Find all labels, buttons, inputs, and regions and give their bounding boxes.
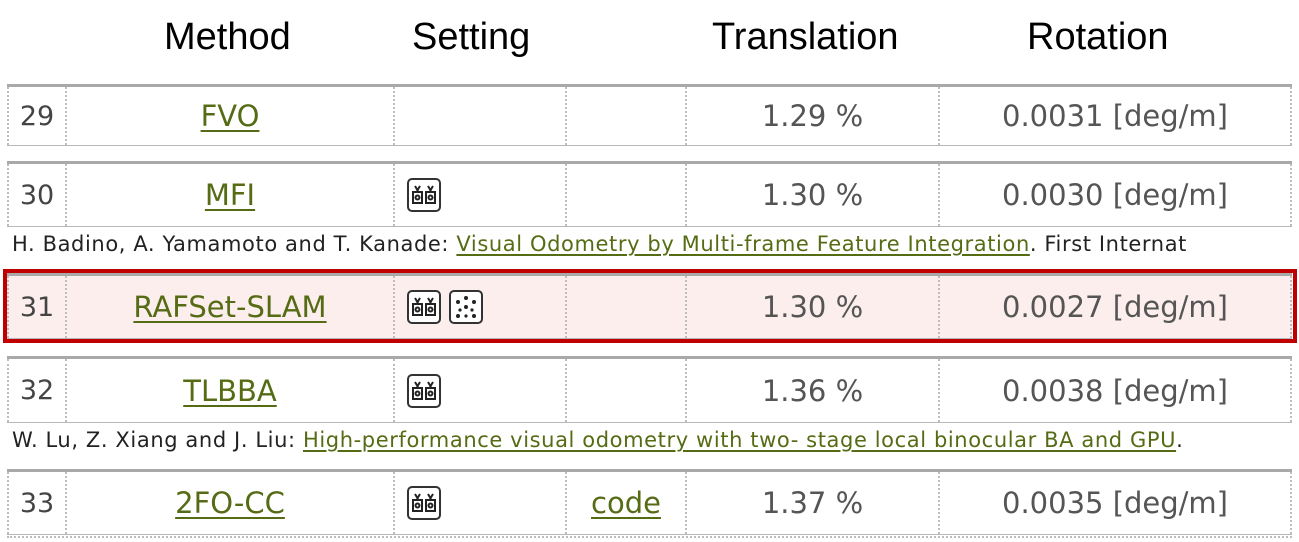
table-row: 30 MFI 1.30 % 0.0030 [deg/m]: [7, 161, 1292, 227]
code-cell: [565, 164, 685, 226]
stereo-camera-icon: [407, 486, 441, 520]
table-divider: [7, 536, 1292, 538]
rotation-cell: 0.0035 [deg/m]: [938, 472, 1292, 534]
rank-cell: 32: [7, 359, 65, 422]
setting-cell: [393, 164, 565, 226]
table-row: 29 FVO 1.29 % 0.0031 [deg/m]: [7, 84, 1292, 146]
rank-cell: 29: [7, 87, 65, 145]
code-link[interactable]: code: [591, 486, 661, 520]
header-method: Method: [164, 16, 291, 58]
table-row: 32 TLBBA 1.36 % 0.0038 [deg/m]: [7, 356, 1292, 423]
header-translation: Translation: [712, 16, 899, 58]
reference-text: W. Lu, Z. Xiang and J. Liu: High-perform…: [12, 428, 1183, 452]
translation-cell: 1.29 %: [685, 87, 938, 145]
method-cell: 2FO-CC: [65, 472, 393, 534]
setting-cell: [393, 359, 565, 422]
setting-cell: [393, 472, 565, 534]
reference-rest: .: [1176, 428, 1184, 452]
rotation-cell: 0.0030 [deg/m]: [938, 164, 1292, 226]
rotation-cell: 0.0031 [deg/m]: [938, 87, 1292, 145]
method-cell: MFI: [65, 164, 393, 226]
code-cell: [565, 87, 685, 145]
method-link[interactable]: 2FO-CC: [175, 486, 285, 520]
rank-cell: 33: [7, 472, 65, 534]
method-cell: FVO: [65, 87, 393, 145]
translation-cell: 1.36 %: [685, 359, 938, 422]
rotation-cell: 0.0038 [deg/m]: [938, 359, 1292, 422]
rank-cell: 30: [7, 164, 65, 226]
method-link[interactable]: FVO: [201, 99, 260, 133]
stereo-camera-icon: [407, 373, 441, 408]
reference-rest: . First Internat: [1029, 232, 1188, 256]
method-link[interactable]: MFI: [205, 178, 255, 212]
setting-cell: [393, 87, 565, 145]
reference-text: H. Badino, A. Yamamoto and T. Kanade: Vi…: [12, 232, 1187, 256]
method-cell: TLBBA: [65, 359, 393, 422]
paper-link[interactable]: Visual Odometry by Multi-frame Feature I…: [456, 232, 1029, 256]
translation-cell: 1.30 %: [685, 164, 938, 226]
stereo-camera-icon: [407, 178, 441, 212]
header-rotation: Rotation: [1027, 16, 1169, 58]
translation-cell: 1.37 %: [685, 472, 938, 534]
reference-authors: W. Lu, Z. Xiang and J. Liu:: [12, 428, 303, 452]
header-setting: Setting: [412, 16, 531, 58]
reference-authors: H. Badino, A. Yamamoto and T. Kanade:: [12, 232, 457, 256]
highlight-box: [3, 269, 1297, 343]
table-row: 33 2FO-CC code 1.37 % 0.0035 [deg/m]: [7, 469, 1292, 535]
paper-link[interactable]: High-performance visual odometry with tw…: [303, 428, 1176, 452]
method-link[interactable]: TLBBA: [183, 374, 277, 408]
code-cell: [565, 359, 685, 422]
code-cell: code: [565, 472, 685, 534]
